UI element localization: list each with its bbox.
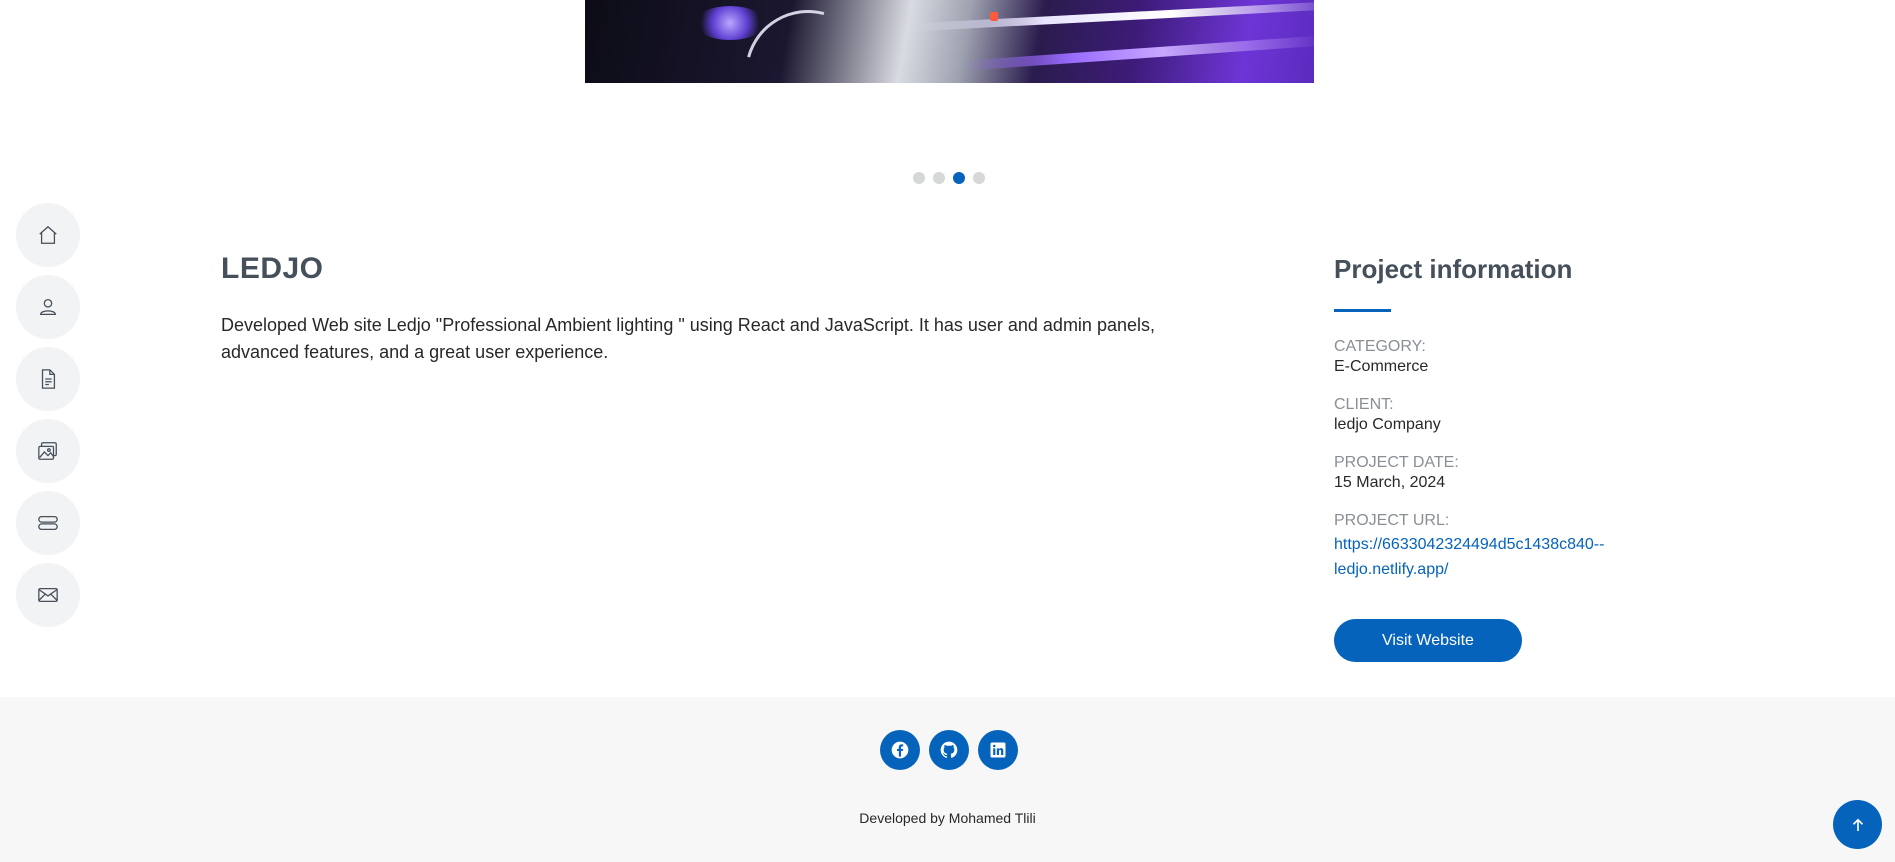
linkedin-icon <box>990 742 1006 758</box>
slider-dot[interactable] <box>913 172 925 184</box>
github-icon <box>940 741 958 758</box>
project-url-link[interactable]: https://6633042324494d5c1438c840-- ledjo… <box>1334 532 1674 582</box>
person-icon <box>40 299 56 315</box>
client-value: ledjo Company <box>1334 416 1441 433</box>
nav-contact[interactable] <box>16 563 80 627</box>
back-to-top-button[interactable] <box>1833 800 1882 849</box>
project-date-value: 15 March, 2024 <box>1334 474 1446 491</box>
project-url-line-2: ledjo.netlify.app/ <box>1334 561 1449 578</box>
images-icon <box>38 442 57 460</box>
facebook-icon <box>891 741 909 759</box>
slider-dot-active[interactable] <box>953 172 965 184</box>
slider-dot[interactable] <box>933 172 945 184</box>
project-description: Developed Web site Ledjo "Professional A… <box>221 315 1155 362</box>
slider-pagination <box>913 172 985 184</box>
file-text-icon <box>41 369 56 389</box>
linkedin-link[interactable] <box>978 730 1018 770</box>
category-value: E-Commerce <box>1334 358 1429 375</box>
category-label: CATEGORY: <box>1334 338 1426 355</box>
social-links <box>880 730 1018 770</box>
project-title: LEDJO <box>221 252 324 285</box>
facebook-link[interactable] <box>880 730 920 770</box>
project-url-line-1: https://6633042324494d5c1438c840-- <box>1334 536 1605 553</box>
project-slide-image <box>585 0 1314 83</box>
project-url-label: PROJECT URL: <box>1334 512 1450 529</box>
project-info-panel: Project information CATEGORY: E-Commerce… <box>1334 254 1674 582</box>
server-icon <box>38 515 58 531</box>
nav-portfolio[interactable] <box>16 419 80 483</box>
client-label: CLIENT: <box>1334 396 1394 413</box>
home-icon <box>39 225 57 244</box>
nav-home[interactable] <box>16 203 80 267</box>
arrow-up-icon <box>1852 818 1863 831</box>
project-info-heading: Project information <box>1334 254 1573 284</box>
lock-icon <box>990 12 998 21</box>
github-link[interactable] <box>929 730 969 770</box>
side-nav <box>16 203 80 635</box>
footer-credit: Developed by Mohamed Tlili <box>859 810 1036 826</box>
heading-underline <box>1334 309 1391 312</box>
nav-resume[interactable] <box>16 347 80 411</box>
footer: Developed by Mohamed Tlili <box>0 697 1895 862</box>
nav-about[interactable] <box>16 275 80 339</box>
nav-services[interactable] <box>16 491 80 555</box>
envelope-icon <box>38 587 58 603</box>
project-date-label: PROJECT DATE: <box>1334 454 1459 471</box>
visit-website-button[interactable]: Visit Website <box>1334 619 1522 662</box>
slider-dot[interactable] <box>973 172 985 184</box>
